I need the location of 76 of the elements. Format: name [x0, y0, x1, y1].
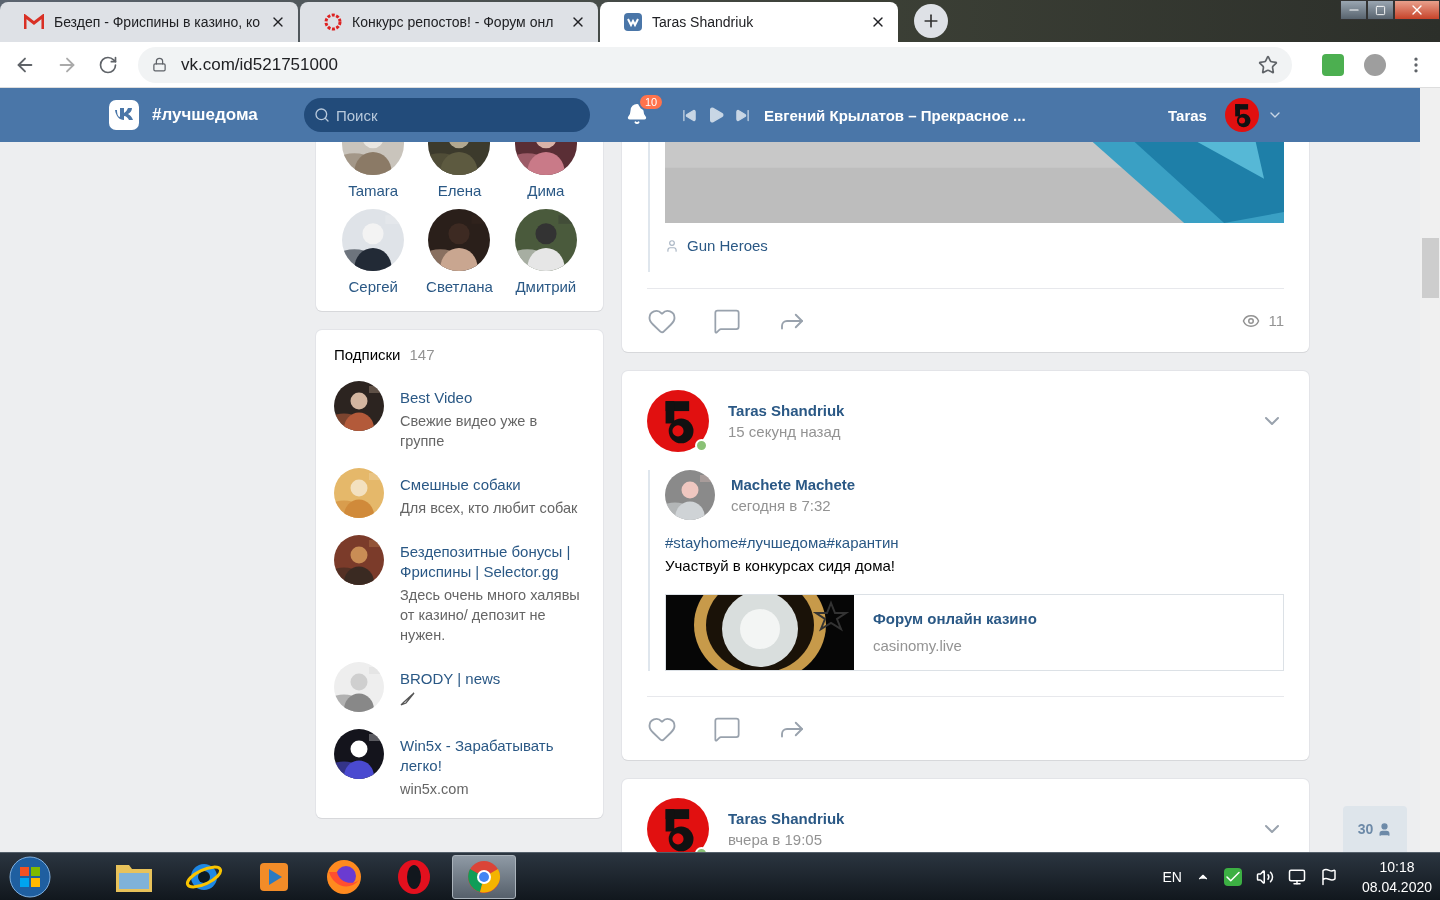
network-icon[interactable] [1287, 867, 1306, 886]
source-link[interactable]: Gun Heroes [687, 237, 768, 254]
subscriptions-count: 147 [409, 346, 435, 363]
browser-tab[interactable]: Бездеп - Фриспины в казино, ко [0, 2, 298, 42]
minimize-button[interactable] [1340, 0, 1367, 20]
extension-icon[interactable] [1322, 53, 1344, 76]
url-text: vk.com/id521751000 [181, 54, 339, 75]
tab-title: Конкурс репостов! - Форум онл [352, 14, 555, 30]
ring-icon [324, 13, 342, 31]
friend-name[interactable]: Елена [437, 182, 482, 199]
profile-icon[interactable] [1364, 53, 1386, 76]
previous-icon[interactable] [682, 107, 697, 123]
group-name[interactable]: Win5x - Зарабатывать легко! [400, 736, 585, 776]
volume-icon[interactable] [1255, 867, 1274, 886]
search-icon [314, 107, 330, 123]
user-icon [665, 238, 679, 253]
group-name[interactable]: Best Video [400, 388, 585, 408]
user-name[interactable]: Taras [1168, 106, 1207, 124]
maximize-button[interactable] [1367, 0, 1394, 20]
media-player-icon [258, 860, 290, 893]
next-icon[interactable] [735, 107, 750, 123]
browser-tab[interactable]: Taras Shandriuk [600, 2, 898, 42]
logo-icon[interactable] [109, 100, 139, 130]
hashtags[interactable]: #stayhome#лучшедома#карантин [665, 534, 1284, 551]
section-title[interactable]: Подписки [334, 346, 401, 363]
link-card[interactable]: Форум онлайн казино casinomy.live [665, 594, 1284, 671]
post-text: Участвуй в конкурсах сидя дома! [665, 557, 896, 574]
clock-date[interactable]: 08.04.2020 [1361, 876, 1432, 897]
flame-globe-icon [325, 857, 363, 896]
friend-name[interactable]: Светлана [426, 278, 493, 295]
address-field[interactable]: vk.com/id521751000 [138, 46, 1292, 83]
notifications-icon[interactable] [626, 103, 648, 125]
new-tab-button[interactable] [914, 4, 948, 38]
group-name[interactable]: Смешные собаки [400, 475, 578, 495]
browser-tab[interactable]: Конкурс репостов! - Форум онл [300, 2, 598, 42]
link-domain: casinomy.live [873, 637, 963, 654]
link-title[interactable]: Форум онлайн казино [873, 610, 1037, 627]
author-name[interactable]: Taras Shandriuk [728, 402, 1241, 419]
maximize-icon [1375, 4, 1386, 16]
author-name[interactable]: Taras Shandriuk [728, 810, 1241, 827]
user-icon [1377, 821, 1393, 837]
group-description: Свежие видео уже в группе [400, 412, 539, 451]
site-title[interactable]: #лучшедома [152, 105, 304, 125]
friend-name[interactable]: Сергей [348, 278, 398, 295]
star-icon[interactable] [1258, 54, 1278, 75]
author-name[interactable]: Machete Machete [731, 476, 1284, 493]
start-button[interactable] [8, 854, 52, 899]
group-description: Для всех, кто любит собак [400, 499, 578, 518]
flag-icon[interactable] [1319, 867, 1338, 886]
mail-icon [24, 14, 44, 30]
search-field[interactable]: Поиск [304, 98, 590, 132]
group-description: Здесь очень много халявы от казино/ депозит не нужен. [400, 586, 581, 645]
group-name[interactable]: Бездепозитные бонусы | Фриспины | Selector.gg [400, 542, 585, 582]
tab-title: Бездеп - Фриспины в казино, ко [53, 14, 261, 30]
tab-title: Taras Shandriuk [652, 14, 755, 30]
circle-segments-icon [467, 859, 501, 894]
friend-name[interactable]: Дима [527, 182, 565, 199]
views-count: 11 [1268, 312, 1284, 329]
site-icon [624, 13, 642, 31]
taskbar-app[interactable] [452, 854, 516, 899]
ring-logo-icon [396, 857, 432, 896]
group-name[interactable]: BRODY | news [400, 669, 501, 689]
language-indicator[interactable]: EN [1162, 868, 1182, 885]
friend-name[interactable]: Tamara [348, 182, 399, 199]
play-icon[interactable] [707, 106, 725, 124]
group-description: win5x.com [400, 780, 470, 799]
shield-icon[interactable] [1223, 867, 1242, 886]
close-button[interactable] [1394, 0, 1440, 20]
knife-icon [400, 692, 416, 706]
scrollbar-thumb[interactable] [1421, 238, 1439, 298]
clock-time[interactable]: 10:18 [1379, 856, 1415, 877]
lock-icon [152, 57, 167, 72]
friend-name[interactable]: Дмитрий [515, 278, 577, 295]
reload-icon[interactable] [98, 54, 118, 75]
track-title[interactable]: Евгений Крылатов – Прекрасное ... [764, 106, 1154, 124]
notification-badge: 10 [638, 93, 665, 111]
